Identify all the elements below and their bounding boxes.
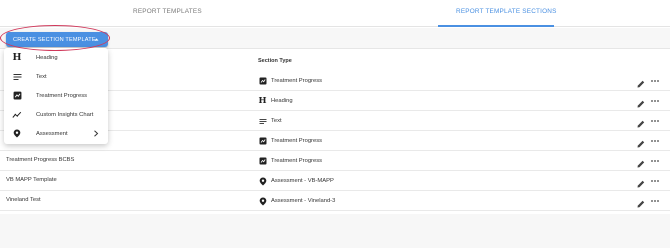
- row-section-type: Assessment - VB-MAPP: [258, 175, 334, 187]
- heading-icon: H: [258, 96, 267, 106]
- row-type-label: Treatment Progress: [271, 138, 323, 144]
- menu-item-custom-insights-chart[interactable]: Custom Insights Chart: [4, 105, 108, 124]
- pencil-icon[interactable]: [636, 96, 646, 108]
- pencil-icon[interactable]: [636, 76, 646, 88]
- row-type-label: Assessment - VB-MAPP: [271, 178, 334, 184]
- treatment-progress-icon: [258, 137, 267, 146]
- table-row[interactable]: Vineland Test Assessment - Vineland-3: [0, 191, 670, 211]
- table-row[interactable]: VB MAPP Template Assessment - VB-MAPP: [0, 171, 670, 191]
- tab-report-templates[interactable]: REPORT TEMPLATES: [133, 8, 202, 15]
- more-horizontal-icon[interactable]: [650, 156, 660, 166]
- menu-item-assessment[interactable]: Assessment: [4, 124, 108, 143]
- more-horizontal-icon[interactable]: [650, 196, 660, 206]
- row-name: VB MAPP Template: [6, 177, 57, 183]
- pencil-icon[interactable]: [636, 196, 646, 208]
- menu-item-label: Text: [36, 73, 47, 80]
- row-type-label: Assessment - Vineland-3: [271, 198, 336, 204]
- treatment-progress-icon: [258, 77, 267, 86]
- row-name: Vineland Test: [6, 197, 41, 203]
- tab-report-template-sections[interactable]: REPORT TEMPLATE SECTIONS: [456, 8, 557, 15]
- table-row[interactable]: Treatment Progress BCBS Treatment Progre…: [0, 151, 670, 171]
- menu-item-label: Assessment: [36, 130, 68, 137]
- active-tab-indicator: [438, 25, 554, 27]
- text-icon: [12, 72, 22, 82]
- row-type-label: Treatment Progress: [271, 78, 323, 84]
- text-icon: [258, 117, 267, 126]
- pencil-icon[interactable]: [636, 176, 646, 188]
- row-type-label: Heading: [271, 98, 293, 104]
- more-horizontal-icon[interactable]: [650, 176, 660, 186]
- row-section-type: Assessment - Vineland-3: [258, 195, 335, 207]
- row-section-type: Text: [258, 115, 282, 127]
- pencil-icon[interactable]: [636, 136, 646, 148]
- menu-item-treatment-progress[interactable]: Treatment Progress: [4, 86, 108, 105]
- row-name: Treatment Progress BCBS: [6, 157, 75, 163]
- row-section-type: Treatment Progress: [258, 155, 322, 167]
- row-type-label: Treatment Progress: [271, 158, 323, 164]
- menu-item-heading[interactable]: H Heading: [4, 48, 108, 67]
- menu-item-label: Custom Insights Chart: [36, 111, 94, 118]
- more-horizontal-icon[interactable]: [650, 76, 660, 86]
- more-horizontal-icon[interactable]: [650, 136, 660, 146]
- pencil-icon[interactable]: [636, 116, 646, 128]
- tab-bar: REPORT TEMPLATES REPORT TEMPLATE SECTION…: [0, 0, 670, 27]
- caret-up-icon: [94, 37, 99, 42]
- menu-item-text[interactable]: Text: [4, 67, 108, 86]
- menu-item-label: Heading: [36, 54, 58, 61]
- create-button-label: CREATE SECTION TEMPLATE: [13, 36, 96, 43]
- create-section-template-button[interactable]: CREATE SECTION TEMPLATE: [6, 32, 108, 47]
- section-type-menu: H Heading Text Treatment Progress Custom…: [4, 48, 108, 144]
- assessment-icon: [258, 197, 267, 206]
- chevron-right-icon: [93, 130, 99, 137]
- row-section-type: H Heading: [258, 95, 293, 107]
- treatment-progress-icon: [258, 157, 267, 166]
- pencil-icon[interactable]: [636, 156, 646, 168]
- more-horizontal-icon[interactable]: [650, 96, 660, 106]
- row-type-label: Text: [271, 118, 282, 124]
- menu-item-label: Treatment Progress: [36, 92, 88, 99]
- insights-chart-icon: [12, 110, 22, 120]
- more-horizontal-icon[interactable]: [650, 116, 660, 126]
- assessment-icon: [258, 177, 267, 186]
- assessment-icon: [12, 129, 22, 139]
- column-header-section-type: Section Type: [258, 58, 292, 64]
- row-section-type: Treatment Progress: [258, 135, 322, 147]
- heading-icon: H: [12, 52, 22, 63]
- row-section-type: Treatment Progress: [258, 75, 322, 87]
- treatment-progress-icon: [12, 91, 22, 101]
